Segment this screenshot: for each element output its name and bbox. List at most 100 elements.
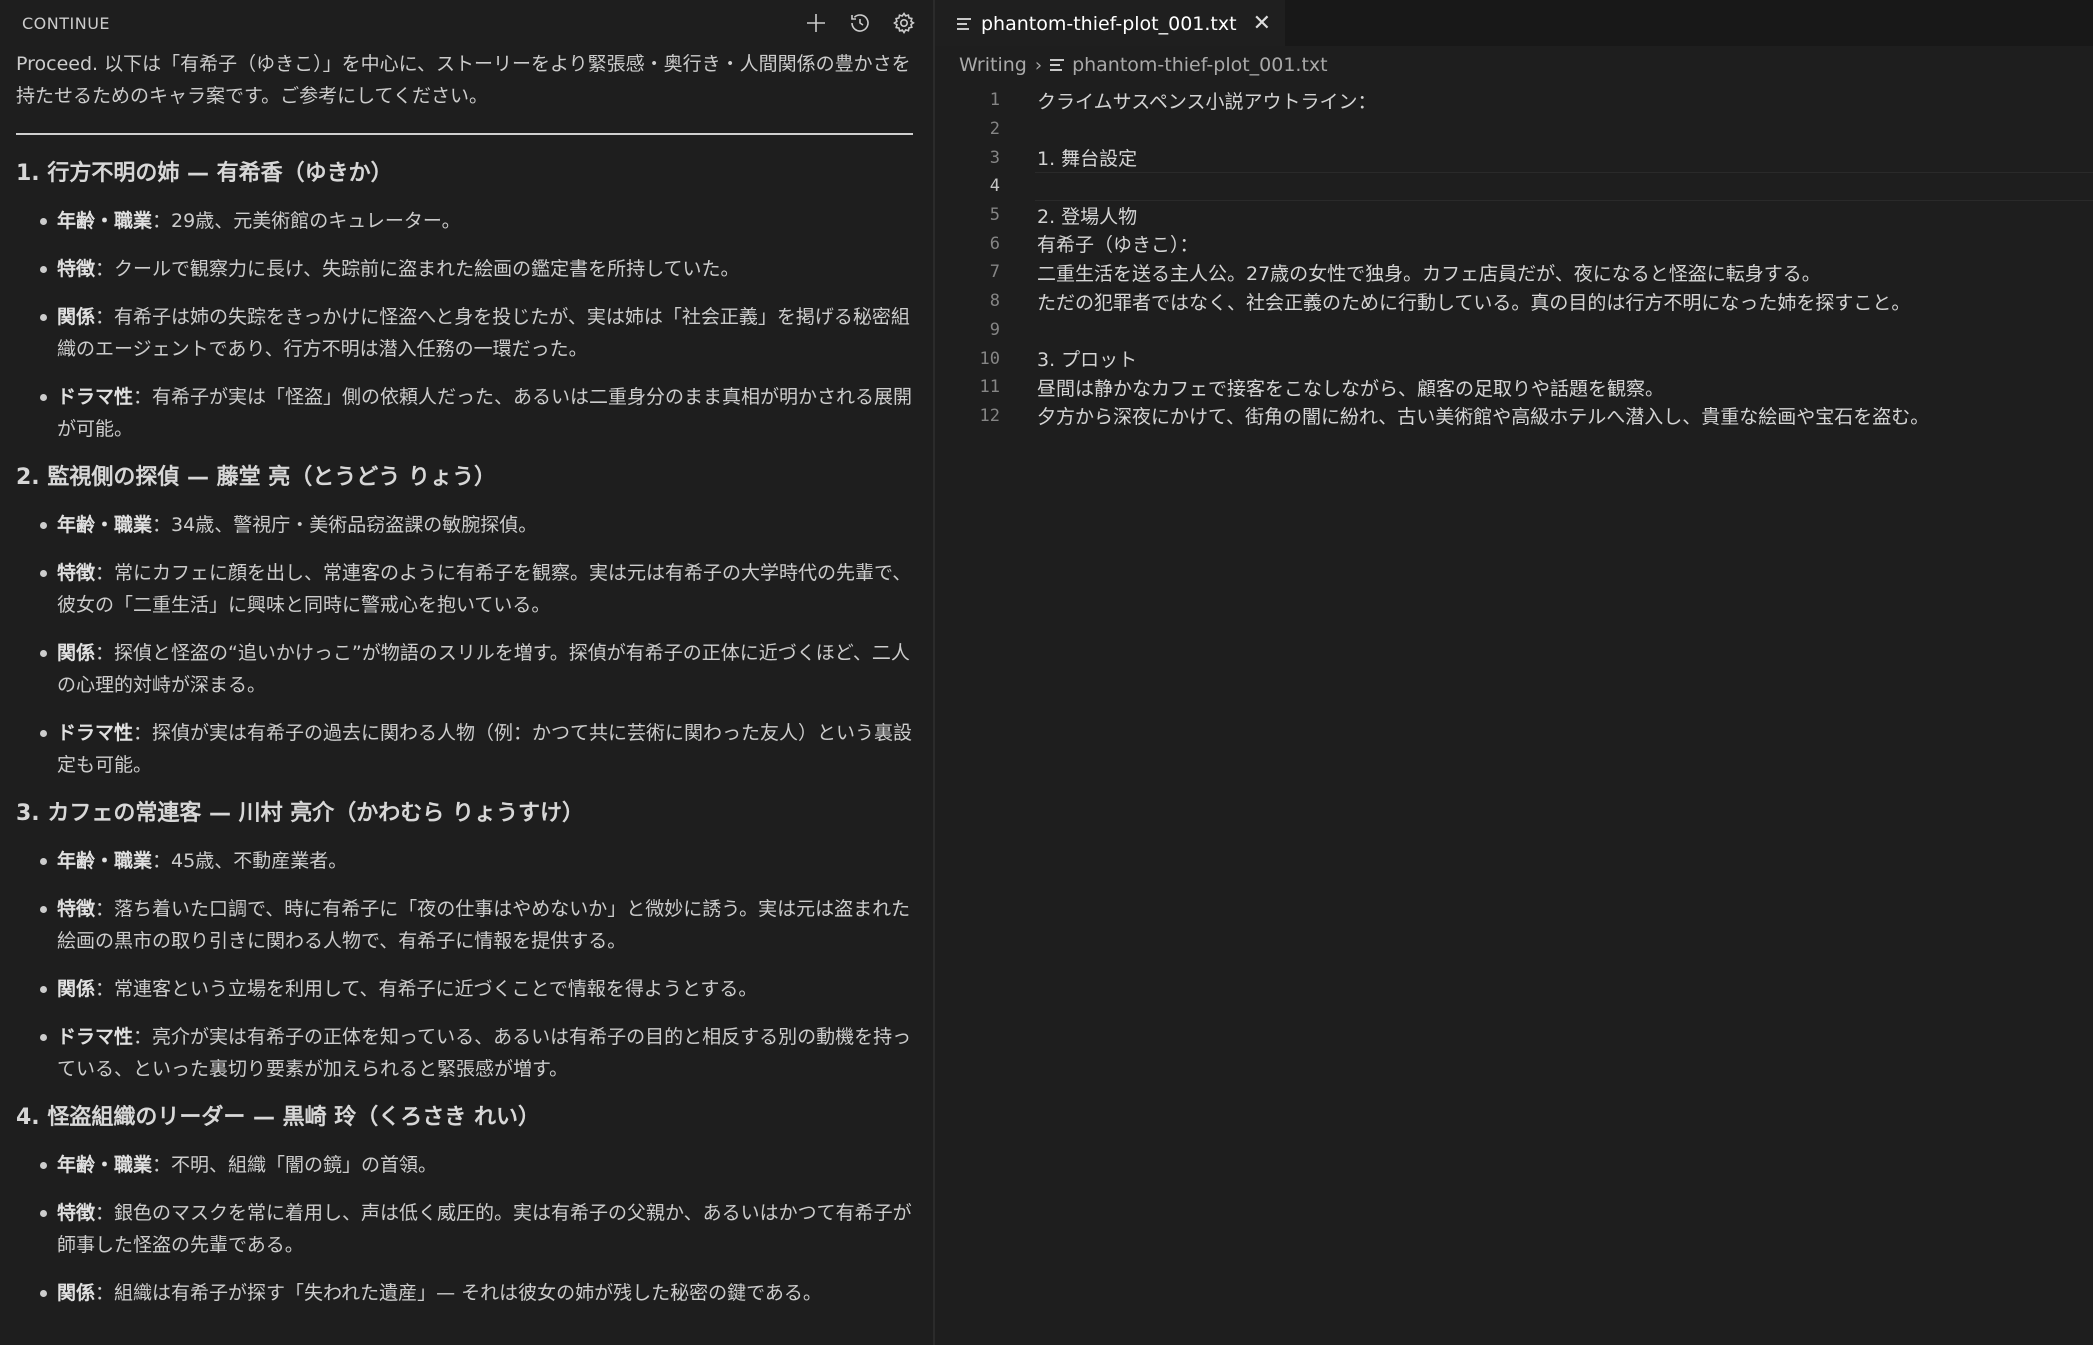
- item-text: ：常連客という立場を利用して、有希子に近づくことで情報を得ようとする。: [95, 978, 758, 1000]
- line-text: クライムサスペンス小説アウトライン：: [1037, 90, 1377, 113]
- character-sections: 1. 行方不明の姉 — 有希香（ゆきか） 年齢・職業：29歳、元美術館のキュレータ…: [16, 157, 913, 1309]
- tab-label: phantom-thief-plot_001.txt: [981, 13, 1237, 35]
- editor-line[interactable]: 11 昼間は静かなカフェで接客をこなしながら、顧客の足取りや話題を観察。: [935, 373, 2093, 402]
- item-label: 年齢・職業: [57, 850, 153, 872]
- breadcrumb-folder[interactable]: Writing: [959, 54, 1027, 76]
- item-text: ：落ち着いた口調で、時に有希子に「夜の仕事はやめないか」と微妙に誘う。実は元は盗…: [57, 898, 911, 952]
- item-label: ドラマ性: [57, 722, 134, 744]
- list-item: 特徴：クールで観察力に長け、失踪前に盗まれた絵画の鑑定書を所持していた。: [16, 253, 913, 285]
- list-item: 関係：有希子は姉の失踪をきっかけに怪盗へと身を投じたが、実は姉は「社会正義」を掲…: [16, 301, 913, 365]
- line-number: 9: [989, 319, 1000, 340]
- item-text: ：29歳、元美術館のキュレーター。: [152, 210, 461, 232]
- list-item: 関係：常連客という立場を利用して、有希子に近づくことで情報を得ようとする。: [16, 973, 913, 1005]
- file-lines-icon: [1050, 59, 1065, 71]
- line-number: 6: [989, 233, 1000, 254]
- bullet-list: 年齢・職業：34歳、警視庁・美術品窃盗課の敏腕探偵。特徴：常にカフェに顔を出し、…: [16, 509, 913, 781]
- panel-title: CONTINUE: [22, 13, 111, 33]
- list-item: 年齢・職業：34歳、警視庁・美術品窃盗課の敏腕探偵。: [16, 509, 913, 541]
- editor-line[interactable]: 4: [935, 172, 2093, 201]
- gear-icon[interactable]: [891, 10, 917, 36]
- line-number: 5: [989, 205, 1000, 226]
- item-label: 年齢・職業: [57, 1154, 153, 1176]
- editor-line[interactable]: 9: [935, 316, 2093, 345]
- editor-line[interactable]: 10 3. プロット: [935, 344, 2093, 373]
- tab-bar: phantom-thief-plot_001.txt ✕: [935, 0, 2093, 46]
- line-number: 12: [979, 405, 1000, 426]
- item-text: ：探偵が実は有希子の過去に関わる人物（例：かつて共に芸術に関わった友人）という裏…: [57, 722, 913, 776]
- text-editor[interactable]: 1 クライムサスペンス小説アウトライン： 2 3 1. 舞台設定 4 5 2. 登場人物 6 有希…: [935, 86, 2093, 430]
- plus-icon[interactable]: [803, 10, 829, 36]
- item-text: ：組織は有希子が探す「失われた遺産」— それは彼女の姉が残した秘密の鍵である。: [95, 1282, 822, 1304]
- bullet-list: 年齢・職業：不明、組織「闇の鏡」の首領。特徴：銀色のマスクを常に着用し、声は低く…: [16, 1149, 913, 1309]
- file-lines-icon: [957, 18, 971, 30]
- line-text: 1. 舞台設定: [1037, 148, 1138, 171]
- editor-panel: phantom-thief-plot_001.txt ✕ Writing › p…: [935, 0, 2093, 1345]
- line-number: 11: [979, 377, 1000, 398]
- item-label: 関係: [57, 306, 96, 328]
- editor-line[interactable]: 12 夕方から深夜にかけて、街角の闇に紛れ、古い美術館や高級ホテルへ潜入し、貴重な…: [935, 402, 2093, 431]
- list-item: 特徴：銀色のマスクを常に着用し、声は低く威圧的。実は有希子の父親か、あるいはかつ…: [16, 1197, 913, 1261]
- list-item: 年齢・職業：不明、組織「闇の鏡」の首領。: [16, 1149, 913, 1181]
- item-text: ：34歳、警視庁・美術品窃盗課の敏腕探偵。: [152, 514, 538, 536]
- chat-response: Proceed. 以下は「有希子（ゆきこ）」を中心に、ストーリーをより緊張感・奥…: [0, 48, 933, 1309]
- character-section: 2. 監視側の探偵 — 藤堂 亮（とうどう りょう） 年齢・職業：34歳、警視庁・…: [16, 461, 913, 781]
- character-section: 1. 行方不明の姉 — 有希香（ゆきか） 年齢・職業：29歳、元美術館のキュレータ…: [16, 157, 913, 445]
- item-text: ：有希子が実は「怪盗」側の依頼人だった、あるいは二重身分のまま真相が明かされる展…: [57, 386, 913, 440]
- item-label: 関係: [57, 1282, 96, 1304]
- chevron-right-icon: ›: [1034, 54, 1043, 76]
- character-section: 3. カフェの常連客 — 川村 亮介（かわむら りょうすけ） 年齢・職業：45歳、…: [16, 797, 913, 1085]
- list-item: 年齢・職業：29歳、元美術館のキュレーター。: [16, 205, 913, 237]
- item-label: 関係: [57, 642, 96, 664]
- line-text: 二重生活を送る主人公。27歳の女性で独身。カフェ店員だが、夜になると怪盗に転身す…: [1037, 262, 1821, 285]
- item-text: ：不明、組織「闇の鏡」の首領。: [152, 1154, 438, 1176]
- editor-line[interactable]: 5 2. 登場人物: [935, 201, 2093, 230]
- line-text: 3. プロット: [1037, 349, 1138, 372]
- item-label: 年齢・職業: [57, 514, 153, 536]
- item-label: 特徴: [57, 258, 96, 280]
- item-text: ：45歳、不動産業者。: [152, 850, 348, 872]
- list-item: 特徴：常にカフェに顔を出し、常連客のように有希子を観察。実は元は有希子の大学時代…: [16, 557, 913, 621]
- line-text: 夕方から深夜にかけて、街角の闇に紛れ、古い美術館や高級ホテルへ潜入し、貴重な絵画…: [1037, 406, 1930, 429]
- line-number: 7: [989, 262, 1000, 283]
- bullet-list: 年齢・職業：29歳、元美術館のキュレーター。 特徴：クールで観察力に長け、失踪前に…: [16, 205, 913, 445]
- item-label: 年齢・職業: [57, 210, 153, 232]
- character-section: 4. 怪盗組織のリーダー — 黒崎 玲（くろさき れい） 年齢・職業：不明、組織「…: [16, 1101, 913, 1309]
- bullet-list: 年齢・職業：45歳、不動産業者。特徴：落ち着いた口調で、時に有希子に「夜の仕事は…: [16, 845, 913, 1085]
- panel-header: CONTINUE: [0, 0, 933, 46]
- list-item: 年齢・職業：45歳、不動産業者。: [16, 845, 913, 877]
- breadcrumb-file[interactable]: phantom-thief-plot_001.txt: [1072, 54, 1328, 76]
- editor-line[interactable]: 2: [935, 115, 2093, 144]
- item-text: ：探偵と怪盗の“追いかけっこ”が物語のスリルを増す。探偵が有希子の正体に近づくほ…: [57, 642, 910, 696]
- line-text: 有希子（ゆきこ）：: [1037, 234, 1199, 257]
- history-icon[interactable]: [847, 10, 873, 36]
- section-title: 1. 行方不明の姉 — 有希香（ゆきか）: [16, 161, 393, 186]
- list-item: 関係：探偵と怪盗の“追いかけっこ”が物語のスリルを増す。探偵が有希子の正体に近づ…: [16, 637, 913, 701]
- breadcrumb: Writing › phantom-thief-plot_001.txt: [935, 46, 2093, 84]
- editor-tab[interactable]: phantom-thief-plot_001.txt ✕: [935, 0, 1285, 46]
- list-item: 関係：組織は有希子が探す「失われた遺産」— それは彼女の姉が残した秘密の鍵である…: [16, 1277, 913, 1309]
- line-text: 2. 登場人物: [1037, 205, 1138, 228]
- editor-line[interactable]: 3 1. 舞台設定: [935, 143, 2093, 172]
- editor-line[interactable]: 1 クライムサスペンス小説アウトライン：: [935, 86, 2093, 115]
- section-title: 2. 監視側の探偵 — 藤堂 亮（とうどう りょう）: [16, 465, 496, 490]
- intro-text: Proceed. 以下は「有希子（ゆきこ）」を中心に、ストーリーをより緊張感・奥…: [16, 53, 911, 107]
- editor-line[interactable]: 7 二重生活を送る主人公。27歳の女性で独身。カフェ店員だが、夜になると怪盗に転身…: [935, 258, 2093, 287]
- line-text: 昼間は静かなカフェで接客をこなしながら、顧客の足取りや話題を観察。: [1037, 377, 1665, 400]
- item-label: 特徴: [57, 898, 96, 920]
- section-title: 3. カフェの常連客 — 川村 亮介（かわむら りょうすけ）: [16, 801, 584, 826]
- panel-actions: [803, 10, 917, 36]
- close-icon[interactable]: ✕: [1253, 13, 1271, 35]
- horizontal-rule: [16, 133, 913, 135]
- item-text: ：亮介が実は有希子の正体を知っている、あるいは有希子の目的と相反する別の動機を持…: [57, 1026, 912, 1080]
- line-number: 1: [989, 90, 1000, 111]
- item-label: ドラマ性: [57, 386, 134, 408]
- item-label: 特徴: [57, 1202, 96, 1224]
- item-text: ：銀色のマスクを常に着用し、声は低く威圧的。実は有希子の父親か、あるいはかつて有…: [57, 1202, 912, 1256]
- editor-line[interactable]: 8 ただの犯罪者ではなく、社会正義のために行動している。真の目的は行方不明になった…: [935, 287, 2093, 316]
- list-item: ドラマ性：亮介が実は有希子の正体を知っている、あるいは有希子の目的と相反する別の…: [16, 1021, 913, 1085]
- editor-line[interactable]: 6 有希子（ゆきこ）：: [935, 229, 2093, 258]
- item-text: ：有希子は姉の失踪をきっかけに怪盗へと身を投じたが、実は姉は「社会正義」を掲げる…: [57, 306, 910, 360]
- line-number: 4: [989, 176, 1000, 197]
- item-text: ：常にカフェに顔を出し、常連客のように有希子を観察。実は元は有希子の大学時代の先…: [57, 562, 912, 616]
- item-label: 関係: [57, 978, 96, 1000]
